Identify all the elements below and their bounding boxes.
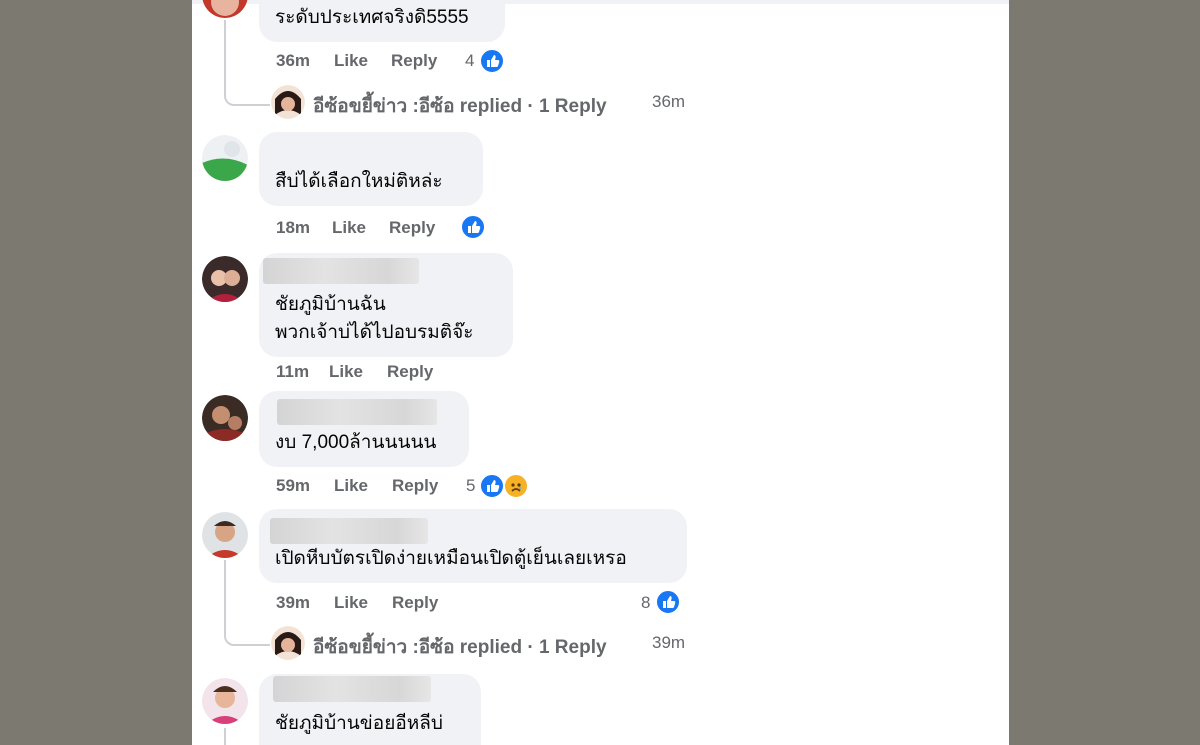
like-icon[interactable]: [655, 589, 681, 615]
commenter-avatar[interactable]: [202, 135, 248, 181]
commenter-name-blurred[interactable]: [270, 518, 428, 544]
commenter-avatar[interactable]: [202, 0, 248, 18]
commenter-name-blurred[interactable]: [273, 676, 431, 702]
comment-text: ระดับประเทศจริงดิ5555: [275, 7, 469, 28]
like-button[interactable]: Like: [332, 218, 366, 238]
commenter-avatar[interactable]: [202, 678, 248, 724]
reply-connector: [224, 632, 270, 646]
comment-text: เปิดหีบบัตรเปิดง่ายเหมือนเปิดตู้เย็นเลยเ…: [275, 548, 627, 569]
comment-bubble: เปิดหีบบัตรเปิดง่ายเหมือนเปิดตู้เย็นเลยเ…: [259, 509, 687, 583]
like-button[interactable]: Like: [334, 51, 368, 71]
view-replies-link[interactable]: อีซ้อขยี้ข่าว :อีซ้อ replied · 1 Reply: [313, 632, 607, 662]
reply-connector: [224, 92, 270, 106]
comment-time[interactable]: 18m: [276, 218, 310, 238]
reaction-count[interactable]: 4: [465, 51, 474, 71]
thread-line: [224, 20, 226, 92]
commenter-name-blurred[interactable]: [263, 258, 419, 284]
comment-text: ชัยภูมิบ้านฉัน: [275, 294, 386, 315]
comment-bubble: สืบ่ได้เลือกใหม่ติหล่ะ: [259, 132, 483, 206]
comment-bubble: ชัยภูมิบ้านข่อยอีหลีบ่: [259, 674, 481, 745]
comment-bubble: ระดับประเทศจริงดิ5555: [259, 0, 505, 42]
reply-button[interactable]: Reply: [389, 218, 435, 238]
commenter-avatar[interactable]: [202, 512, 248, 558]
like-button[interactable]: Like: [329, 362, 363, 382]
thread-line: [224, 728, 226, 745]
comment-time[interactable]: 59m: [276, 476, 310, 496]
like-icon[interactable]: [479, 473, 505, 499]
reaction-count[interactable]: 5: [466, 476, 475, 496]
comment-time[interactable]: 11m: [276, 362, 309, 382]
page-avatar[interactable]: [271, 626, 305, 660]
reply-button[interactable]: Reply: [392, 476, 438, 496]
commenter-avatar[interactable]: [202, 395, 248, 441]
like-button[interactable]: Like: [334, 593, 368, 613]
reply-button[interactable]: Reply: [392, 593, 438, 613]
view-replies-link[interactable]: อีซ้อขยี้ข่าว :อีซ้อ replied · 1 Reply: [313, 91, 607, 121]
like-button[interactable]: Like: [334, 476, 368, 496]
sad-icon[interactable]: [503, 473, 529, 499]
reaction-count[interactable]: 8: [641, 593, 650, 613]
comment-bubble: ชัยภูมิบ้านฉัน พวกเจ้าบ่ได้ไปอบรมติจ๊ะ: [259, 253, 513, 357]
reply-button[interactable]: Reply: [391, 51, 437, 71]
like-icon[interactable]: [479, 48, 505, 74]
comment-text: พวกเจ้าบ่ได้ไปอบรมติจ๊ะ: [275, 322, 474, 343]
comment-text: ชัยภูมิบ้านข่อยอีหลีบ่: [275, 713, 443, 734]
page-avatar[interactable]: [271, 85, 305, 119]
commenter-name-blurred[interactable]: [277, 399, 437, 425]
comment-text: งบ 7,000ล้านนนนน: [275, 432, 437, 453]
comment-text: สืบ่ได้เลือกใหม่ติหล่ะ: [275, 171, 443, 192]
comment-time[interactable]: 36m: [276, 51, 310, 71]
comment-time[interactable]: 39m: [276, 593, 310, 613]
comments-panel: ระดับประเทศจริงดิ5555 36m Like Reply 4 อ…: [192, 0, 1009, 745]
commenter-avatar[interactable]: [202, 256, 248, 302]
reply-button[interactable]: Reply: [387, 362, 433, 382]
reply-time[interactable]: 39m: [652, 633, 685, 653]
like-icon[interactable]: [460, 214, 486, 240]
reply-time[interactable]: 36m: [652, 92, 685, 112]
thread-line: [224, 560, 226, 634]
comment-bubble: งบ 7,000ล้านนนนน: [259, 391, 469, 467]
